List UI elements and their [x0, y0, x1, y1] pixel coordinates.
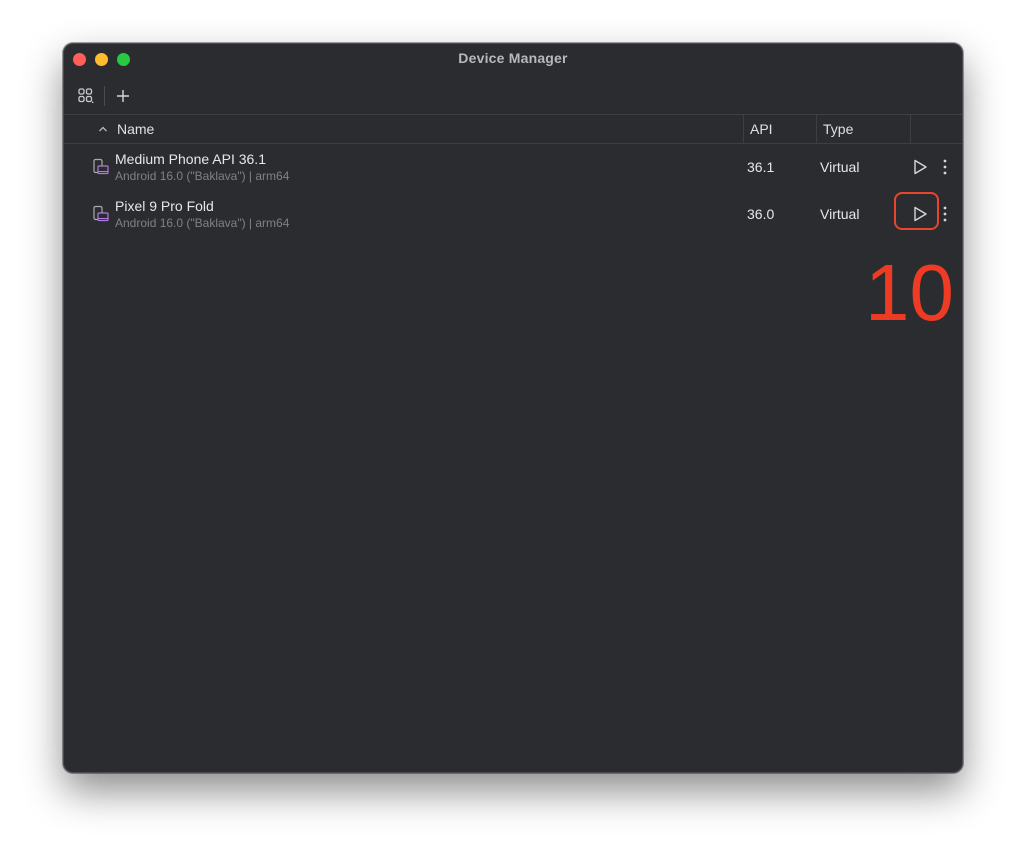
more-options-button[interactable] — [939, 157, 951, 177]
column-header-api-label: API — [750, 121, 773, 137]
chevron-up-icon — [99, 126, 107, 132]
column-header-type[interactable]: Type — [823, 121, 853, 137]
column-separator[interactable] — [743, 115, 744, 143]
device-api: 36.1 — [747, 159, 775, 175]
device-name: Medium Phone API 36.1 — [115, 151, 266, 167]
toolbar-divider — [104, 86, 105, 106]
plus-icon — [117, 90, 129, 102]
virtual-device-icon — [93, 158, 109, 175]
group-devices-button[interactable] — [74, 84, 98, 108]
toolbar — [64, 80, 962, 112]
table-row[interactable]: Pixel 9 Pro Fold Android 16.0 ("Baklava"… — [64, 191, 962, 237]
device-name: Pixel 9 Pro Fold — [115, 198, 214, 214]
table-header: Name API Type — [64, 114, 962, 144]
add-device-button[interactable] — [111, 84, 135, 108]
column-header-api[interactable]: API — [750, 121, 773, 137]
more-options-button[interactable] — [939, 204, 951, 224]
device-details: Android 16.0 ("Baklava") | arm64 — [115, 169, 290, 183]
window-title: Device Manager — [458, 50, 568, 66]
column-header-name-label: Name — [117, 121, 155, 137]
column-header-name[interactable]: Name — [97, 121, 154, 137]
highlight-annotation-box — [894, 192, 939, 230]
title-bar: Device Manager — [64, 44, 962, 74]
start-device-button[interactable] — [910, 157, 930, 177]
column-separator[interactable] — [816, 115, 817, 143]
device-manager-window: Device Manager Name API Type Medium Phon… — [63, 43, 963, 773]
device-type: Virtual — [820, 206, 860, 222]
device-details: Android 16.0 ("Baklava") | arm64 — [115, 216, 290, 230]
grid-group-icon — [78, 88, 94, 103]
device-type: Virtual — [820, 159, 860, 175]
column-header-type-label: Type — [823, 121, 854, 137]
column-separator[interactable] — [910, 115, 911, 143]
virtual-device-icon — [93, 205, 109, 222]
step-number-annotation: 10 — [865, 248, 954, 337]
device-api: 36.0 — [747, 206, 775, 222]
table-row[interactable]: Medium Phone API 36.1 Android 16.0 ("Bak… — [64, 144, 962, 190]
